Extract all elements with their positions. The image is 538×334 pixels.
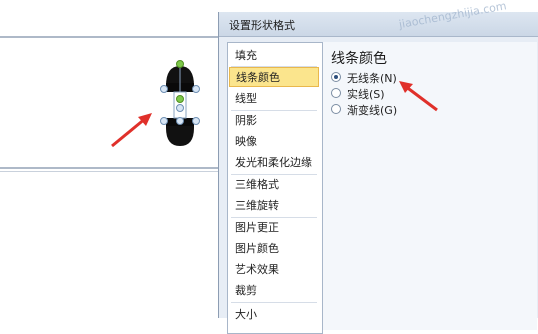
dialog-titlebar[interactable]: 设置形状格式 [219,12,538,37]
nav-item-3d-rotation[interactable]: 三维旋转 [229,196,319,216]
nav-item-shadow[interactable]: 阴影 [229,111,319,131]
resize-handle[interactable] [192,85,200,93]
radio-button-icon[interactable] [331,72,341,82]
resize-handle[interactable] [160,85,168,93]
nav-item-glow-soft-edges[interactable]: 发光和柔化边缘 [229,153,319,173]
nav-item-size[interactable]: 大小 [229,305,319,325]
line-color-panel: 线条颜色 无线条(N) 实线(S) 渐变线(G) [323,42,537,330]
section-title: 线条颜色 [331,51,387,67]
nav-item-picture-color[interactable]: 图片颜色 [229,239,319,259]
nav-item-picture-corrections[interactable]: 图片更正 [229,218,319,238]
page-border-line [0,171,225,172]
page-border-line [0,36,225,38]
dialog-title: 设置形状格式 [229,19,295,32]
nav-item-3d-format[interactable]: 三维格式 [229,175,319,195]
page-border-line [0,167,225,169]
nav-item-artistic-effects[interactable]: 艺术效果 [229,260,319,280]
resize-handle[interactable] [176,117,184,125]
radio-button-icon[interactable] [331,104,341,114]
resize-handle[interactable] [192,117,200,125]
pointer-arrow-icon [111,113,152,148]
nav-item-line-color[interactable]: 线条颜色 [229,67,319,87]
pointer-arrow-icon [399,81,438,112]
category-list: 填充 线条颜色 线型 阴影 映像 发光和柔化边缘 三维格式 三维旋转 图片更正 … [227,42,323,334]
resize-handle[interactable] [160,117,168,125]
nav-item-line-style[interactable]: 线型 [229,89,319,109]
radio-button-icon[interactable] [331,88,341,98]
nav-item-fill[interactable]: 填充 [229,46,319,66]
selected-shape[interactable] [154,60,206,155]
nav-item-reflection[interactable]: 映像 [229,132,319,152]
document-canvas[interactable] [0,0,225,318]
resize-handle[interactable] [176,104,184,112]
option-label: 渐变线(G) [347,104,398,117]
rotation-handle-icon[interactable] [176,95,184,103]
option-label: 实线(S) [347,88,385,101]
format-shape-dialog: 设置形状格式 填充 线条颜色 线型 阴影 映像 发光和柔化边缘 三维格式 三维旋… [218,12,538,334]
divider [231,302,317,303]
nav-item-crop[interactable]: 裁剪 [229,281,319,301]
option-label: 无线条(N) [347,72,397,85]
rotation-handle-icon[interactable] [176,60,184,68]
